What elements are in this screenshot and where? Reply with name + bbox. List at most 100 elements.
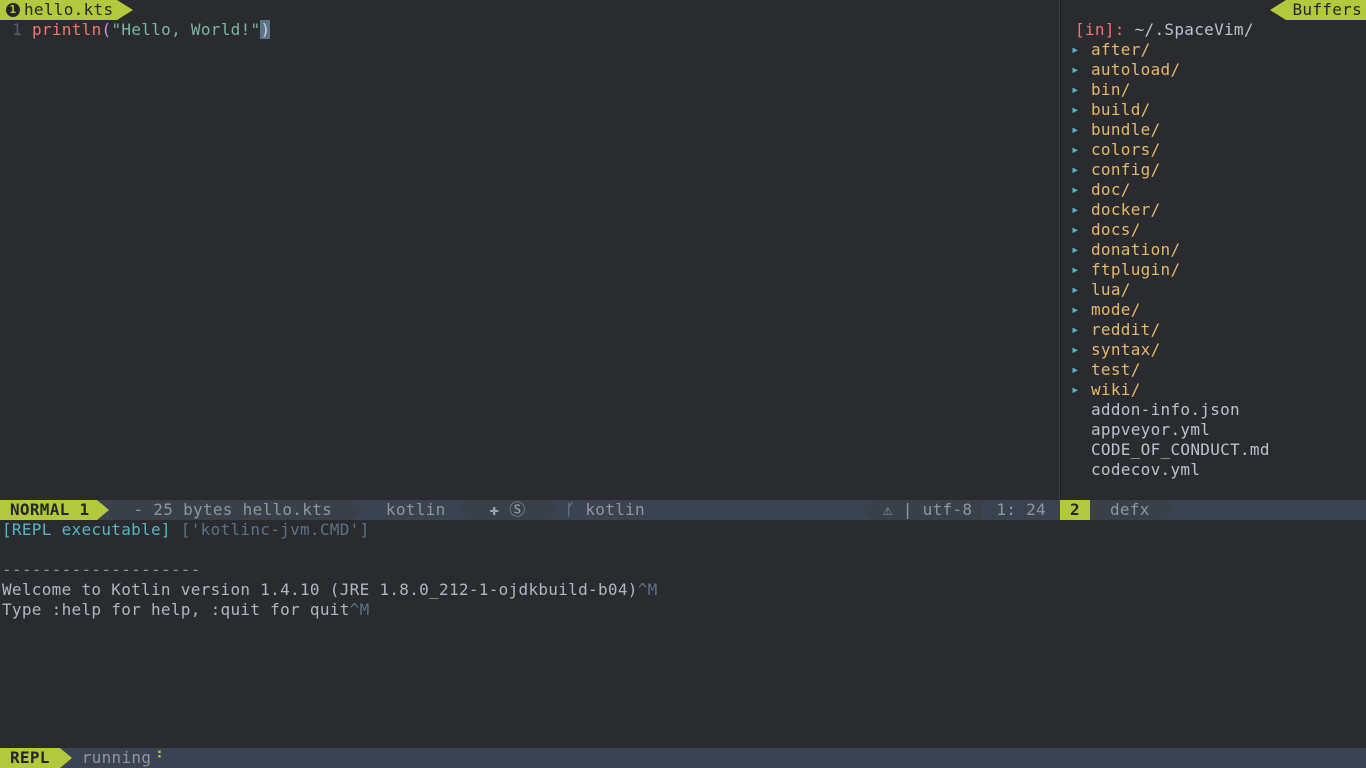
dir-name: build/ — [1091, 100, 1151, 120]
tree-dir[interactable]: ▸ build/ — [1065, 100, 1366, 120]
line-number: 1 — [0, 20, 32, 40]
statusline-tree: 2 defx — [1060, 500, 1366, 520]
dir-name: ftplugin/ — [1091, 260, 1180, 280]
lint-icon: ⚠ — [883, 500, 893, 520]
file-name: CODE_OF_CONDUCT.md — [1091, 440, 1270, 460]
tree-dir[interactable]: ▸ after/ — [1065, 40, 1366, 60]
cursor-position: 1: 24 — [982, 500, 1060, 520]
tree-dir[interactable]: ▸ config/ — [1065, 160, 1366, 180]
tab-index-badge: 1 — [6, 3, 20, 17]
dir-name: bundle/ — [1091, 120, 1161, 140]
dir-name: docker/ — [1091, 200, 1161, 220]
tree-dir[interactable]: ▸ reddit/ — [1065, 320, 1366, 340]
statusline-repl: REPL running⠘ — [0, 748, 1366, 768]
dir-name: after/ — [1091, 40, 1151, 60]
file-name: appveyor.yml — [1091, 420, 1210, 440]
disclosure-triangle-icon: ▸ — [1071, 380, 1083, 400]
tree-dir[interactable]: ▸ docs/ — [1065, 220, 1366, 240]
disclosure-triangle-icon: ▸ — [1071, 40, 1083, 60]
tree-file[interactable]: ▸appveyor.yml — [1065, 420, 1366, 440]
disclosure-triangle-icon: ▸ — [1071, 300, 1083, 320]
tree-dir[interactable]: ▸ colors/ — [1065, 140, 1366, 160]
file-info: - 25 bytes hello.kts — [109, 500, 350, 520]
tree-dir[interactable]: ▸ wiki/ — [1065, 380, 1366, 400]
branch-segment: ᚴ kotlin — [558, 500, 653, 520]
disclosure-triangle-icon: ▸ — [1071, 220, 1083, 240]
disclosure-triangle-icon: ▸ — [1071, 340, 1083, 360]
buffers-tab-label: Buffers — [1292, 0, 1362, 20]
disclosure-triangle-icon: ▸ — [1071, 180, 1083, 200]
dir-name: doc/ — [1091, 180, 1131, 200]
repl-state: running⠘ — [60, 748, 164, 768]
repl-output-line: Type :help for help, :quit for quit^M — [2, 600, 1364, 620]
tree-dir[interactable]: ▸ docker/ — [1065, 200, 1366, 220]
code-text[interactable]: println("Hello, World!") — [32, 20, 270, 40]
tree-dir[interactable]: ▸ lua/ — [1065, 280, 1366, 300]
repl-output-line: Welcome to Kotlin version 1.4.10 (JRE 1.… — [2, 580, 1364, 600]
dir-name: test/ — [1091, 360, 1141, 380]
tree-dir[interactable]: ▸ bin/ — [1065, 80, 1366, 100]
tree-window-index: 2 — [1060, 500, 1090, 520]
file-tree[interactable]: [in]: ~/.SpaceVim/ ▸ after/ ▸ autoload/ ▸ bin… — [1061, 20, 1366, 500]
tree-root: [in]: ~/.SpaceVim/ — [1065, 20, 1366, 40]
spinner-icon: ⠘ — [151, 748, 163, 767]
code-line[interactable]: 1 println("Hello, World!") — [0, 20, 1059, 40]
tree-dir[interactable]: ▸ ftplugin/ — [1065, 260, 1366, 280]
file-tree-pane[interactable]: Buffers [in]: ~/.SpaceVim/ ▸ after/ ▸ autol… — [1060, 0, 1366, 500]
version-control-icons: ✚ Ⓢ — [469, 500, 545, 520]
dir-name: autoload/ — [1091, 60, 1180, 80]
statusline-editor: NORMAL 1 - 25 bytes hello.kts kotlin ✚ Ⓢ… — [0, 500, 1060, 520]
tree-file[interactable]: ▸CODE_OF_CONDUCT.md — [1065, 440, 1366, 460]
disclosure-triangle-icon: ▸ — [1071, 280, 1083, 300]
dir-name: mode/ — [1091, 300, 1141, 320]
disclosure-triangle-icon: ▸ — [1071, 140, 1083, 160]
disclosure-triangle-icon: ▸ — [1071, 200, 1083, 220]
repl-pane[interactable]: [REPL executable] ['kotlinc-jvm.CMD'] --… — [0, 520, 1366, 748]
tree-dir[interactable]: ▸ bundle/ — [1065, 120, 1366, 140]
filetype: kotlin — [362, 500, 463, 520]
tree-dir[interactable]: ▸ doc/ — [1065, 180, 1366, 200]
tree-dir[interactable]: ▸ mode/ — [1065, 300, 1366, 320]
editor-tab[interactable]: 1 hello.kts — [0, 0, 117, 20]
tree-dir[interactable]: ▸ donation/ — [1065, 240, 1366, 260]
repl-mode-indicator: REPL — [0, 748, 60, 768]
tree-plugin-name: defx — [1090, 500, 1164, 520]
code-area[interactable]: 1 println("Hello, World!") — [0, 20, 1059, 500]
repl-header: [REPL executable] ['kotlinc-jvm.CMD'] — [2, 520, 1364, 540]
disclosure-triangle-icon: ▸ — [1071, 260, 1083, 280]
tree-tabbar: Buffers — [1061, 0, 1366, 20]
disclosure-triangle-icon: ▸ — [1071, 120, 1083, 140]
dir-name: docs/ — [1091, 220, 1141, 240]
editor-pane[interactable]: 1 hello.kts 1 println("Hello, World!") — [0, 0, 1060, 500]
tab-label: hello.kts — [24, 0, 113, 20]
dir-name: wiki/ — [1091, 380, 1141, 400]
disclosure-triangle-icon: ▸ — [1071, 360, 1083, 380]
dir-name: bin/ — [1091, 80, 1131, 100]
file-name: addon-info.json — [1091, 400, 1240, 420]
dir-name: lua/ — [1091, 280, 1131, 300]
branch-icon: ᚴ — [566, 500, 576, 520]
cursor: ) — [260, 20, 270, 39]
file-name: codecov.yml — [1091, 460, 1200, 480]
tree-dir[interactable]: ▸ syntax/ — [1065, 340, 1366, 360]
dir-name: syntax/ — [1091, 340, 1161, 360]
disclosure-triangle-icon: ▸ — [1071, 240, 1083, 260]
dir-name: colors/ — [1091, 140, 1161, 160]
tree-dir[interactable]: ▸ autoload/ — [1065, 60, 1366, 80]
buffers-tab[interactable]: Buffers — [1286, 0, 1366, 20]
tree-file[interactable]: ▸codecov.yml — [1065, 460, 1366, 480]
disclosure-triangle-icon: ▸ — [1071, 80, 1083, 100]
repl-divider: -------------------- — [2, 560, 1364, 580]
tree-dir[interactable]: ▸ test/ — [1065, 360, 1366, 380]
dir-name: config/ — [1091, 160, 1161, 180]
disclosure-triangle-icon: ▸ — [1071, 320, 1083, 340]
encoding-segment: ⚠ | utf-8 — [873, 500, 982, 520]
dir-name: donation/ — [1091, 240, 1180, 260]
mode-indicator: NORMAL 1 — [0, 500, 97, 520]
editor-tabbar: 1 hello.kts — [0, 0, 1059, 20]
disclosure-triangle-icon: ▸ — [1071, 100, 1083, 120]
disclosure-triangle-icon: ▸ — [1071, 160, 1083, 180]
disclosure-triangle-icon: ▸ — [1071, 60, 1083, 80]
dir-name: reddit/ — [1091, 320, 1161, 340]
tree-file[interactable]: ▸addon-info.json — [1065, 400, 1366, 420]
